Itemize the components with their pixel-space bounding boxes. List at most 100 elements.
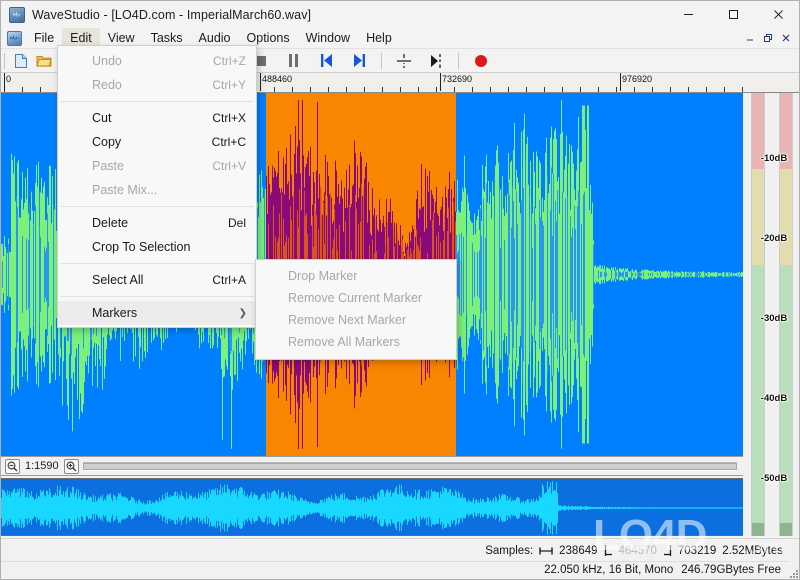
open-folder-icon[interactable] [32, 50, 55, 72]
waveform-column [484, 191, 485, 358]
overview-waveform[interactable] [1, 478, 743, 536]
overview-column [30, 495, 31, 521]
ruler-label: 976920 [619, 73, 653, 91]
maximize-button[interactable] [711, 1, 756, 28]
edit-menu-item-crop-to-selection[interactable]: Crop To Selection [58, 235, 256, 259]
overview-column [551, 493, 552, 523]
overview-column [385, 493, 386, 523]
overview-column [499, 494, 500, 522]
overview-column [435, 491, 436, 525]
overview-column [716, 507, 717, 509]
edit-menu-item-copy[interactable]: Copy Ctrl+C [58, 130, 256, 154]
overview-column [9, 491, 10, 525]
overview-column [652, 507, 653, 509]
overview-column [546, 491, 547, 525]
waveform-column [715, 271, 716, 278]
waveform-column [489, 203, 490, 346]
zoom-out-icon[interactable] [5, 458, 20, 474]
resize-grip[interactable] [787, 567, 799, 579]
edit-menu-item-markers[interactable]: Markers ❯ [58, 301, 256, 325]
overview-column [500, 498, 501, 518]
waveform-column [663, 271, 664, 278]
overview-column [663, 507, 664, 509]
overview-column [382, 489, 383, 527]
waveform-column [19, 217, 20, 332]
waveform-column [31, 191, 32, 358]
waveform-column [718, 273, 719, 276]
overview-column [641, 507, 642, 509]
record-icon[interactable] [469, 50, 492, 72]
edit-menu-item-delete[interactable]: Delete Del [58, 211, 256, 235]
new-file-icon[interactable] [9, 50, 32, 72]
skip-start-icon[interactable] [315, 50, 338, 72]
horizontal-scrollbar[interactable] [82, 461, 737, 471]
edit-menu-item-cut[interactable]: Cut Ctrl+X [58, 106, 256, 130]
overview-column [406, 496, 407, 520]
skip-end-icon[interactable] [348, 50, 371, 72]
overview-column [280, 497, 281, 519]
ruler-tick [346, 87, 347, 92]
scrollbar-thumb[interactable] [82, 462, 737, 470]
menu-item-shortcut: Del [227, 216, 246, 230]
waveform-column [518, 183, 519, 366]
pause-icon[interactable] [282, 50, 305, 72]
overview-column [603, 507, 604, 509]
waveform-core [690, 272, 691, 277]
waveform-column [736, 272, 737, 277]
menu-item-shortcut: Ctrl+Y [212, 78, 246, 92]
waveform-column [576, 170, 577, 379]
waveform-column [566, 135, 567, 414]
waveform-column [630, 270, 631, 279]
overview-column [675, 507, 676, 509]
waveform-column [18, 159, 19, 390]
waveform-core [681, 272, 682, 277]
zoom-in-icon[interactable] [63, 458, 79, 474]
overview-column [78, 489, 79, 527]
waveform-core [539, 199, 540, 350]
waveform-core [583, 194, 584, 355]
close-button[interactable] [756, 1, 799, 28]
overview-column [337, 499, 338, 517]
waveform-column [470, 220, 471, 329]
overview-column [610, 507, 611, 509]
edit-menu-item-select-all[interactable]: Select All Ctrl+A [58, 268, 256, 292]
waveform-column [730, 273, 731, 276]
overview-column [250, 494, 251, 522]
waveform-core [729, 272, 730, 277]
waveform-column [492, 181, 493, 368]
overview-column [402, 491, 403, 525]
waveform-core [565, 198, 566, 351]
overview-column [186, 492, 187, 524]
overview-column [335, 493, 336, 523]
overview-column [593, 507, 594, 509]
mdi-restore-button[interactable] [759, 29, 777, 46]
overview-column [176, 496, 177, 520]
overview-column [196, 498, 197, 518]
overview-column [316, 502, 317, 514]
mark-out-icon[interactable] [425, 50, 448, 72]
mdi-minimize-button[interactable] [741, 29, 759, 46]
minimize-button[interactable] [666, 1, 711, 28]
mark-in-icon[interactable] [392, 50, 415, 72]
waveform-core [525, 157, 526, 392]
waveform-core [553, 173, 554, 376]
waveform-column [506, 212, 507, 337]
overview-column [29, 493, 30, 523]
waveform-column [467, 194, 468, 355]
overview-column [624, 507, 625, 509]
overview-column [344, 493, 345, 523]
menu-help[interactable]: Help [358, 28, 400, 48]
overview-column [396, 486, 397, 530]
waveform-column [659, 272, 660, 277]
waveform-column [693, 271, 694, 278]
overview-column [601, 507, 602, 509]
overview-column [8, 494, 9, 522]
overview-column [714, 507, 715, 509]
mdi-close-button[interactable] [777, 29, 795, 46]
menu-window[interactable]: Window [298, 28, 358, 48]
overview-column [59, 490, 60, 526]
ruler-tick [706, 87, 707, 92]
waveform-core [572, 228, 573, 321]
overview-column [579, 506, 580, 510]
overview-column [378, 491, 379, 525]
